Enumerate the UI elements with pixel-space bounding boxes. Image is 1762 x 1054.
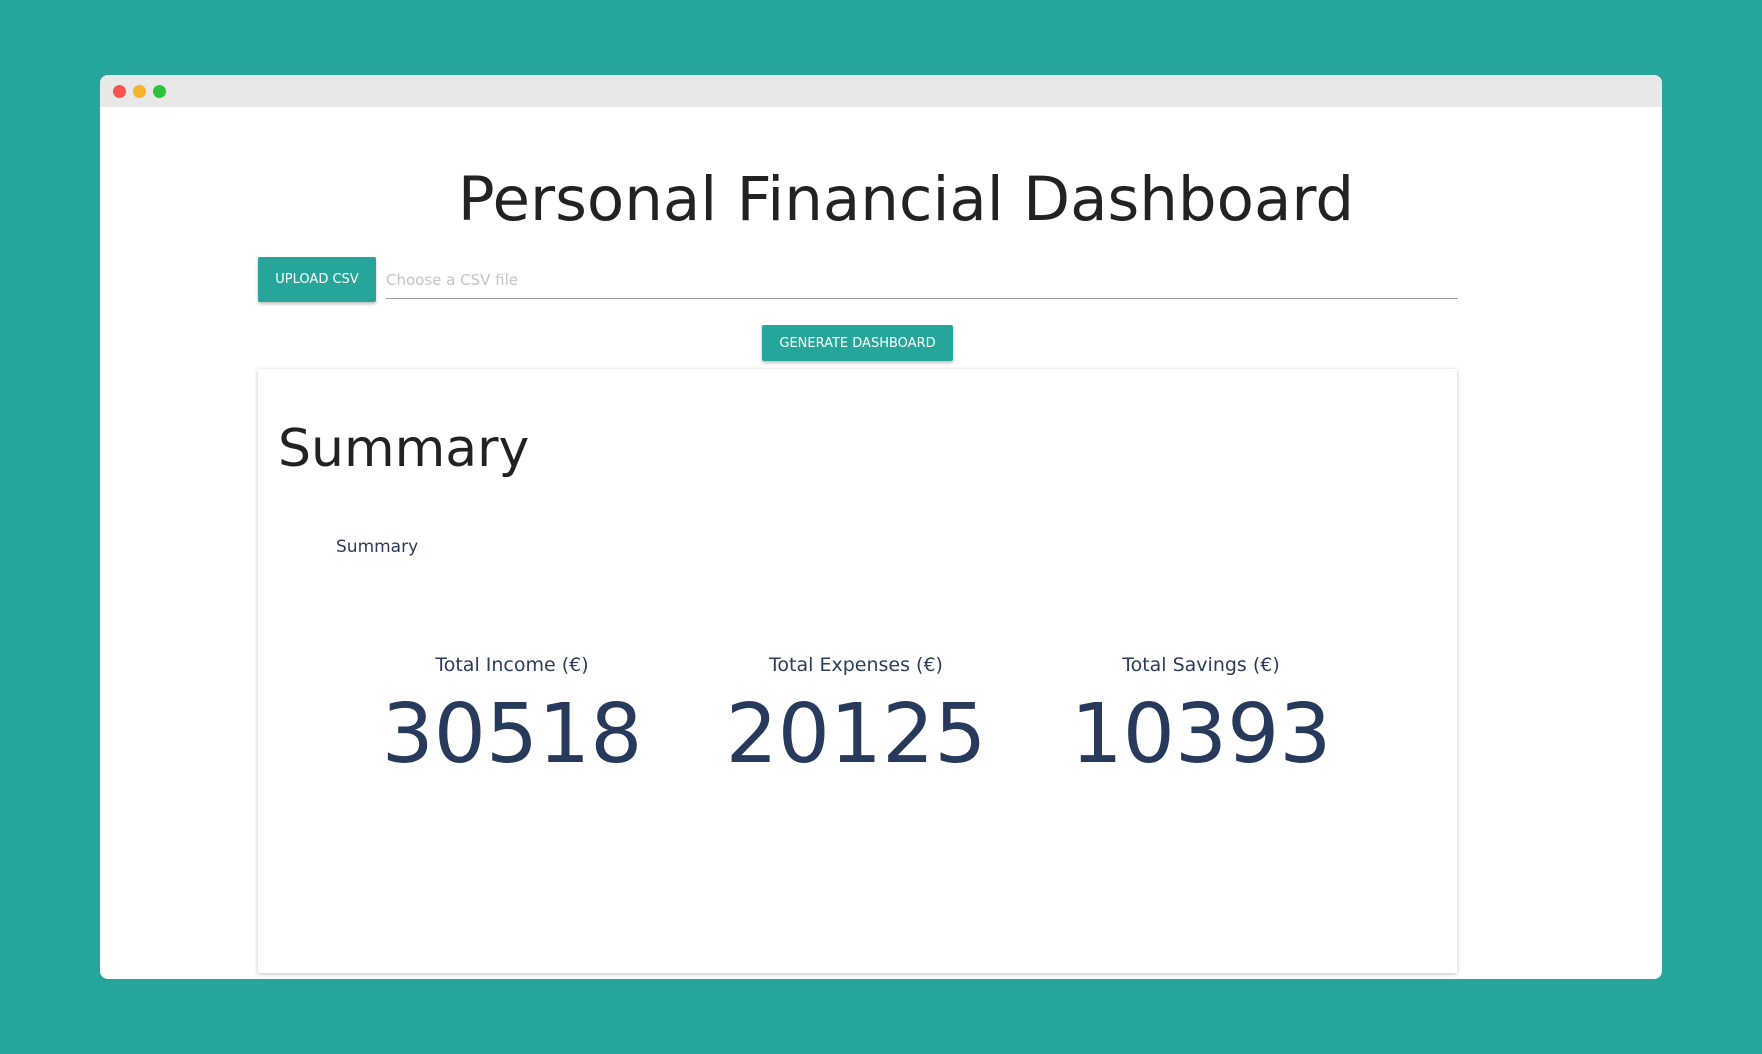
- total-income-value: 30518: [381, 687, 643, 782]
- total-savings-label: Total Savings (€): [1122, 654, 1280, 676]
- browser-window: Personal Financial Dashboard UPLOAD CSV …: [100, 75, 1662, 979]
- total-expenses-metric: Total Expenses (€) 20125: [696, 654, 1016, 776]
- generate-dashboard-button[interactable]: GENERATE DASHBOARD: [762, 325, 953, 361]
- upload-csv-button[interactable]: UPLOAD CSV: [258, 257, 376, 302]
- summary-card: Summary Summary Total Income (€) 30518 T…: [258, 369, 1457, 973]
- summary-title: Summary: [278, 419, 530, 479]
- csv-file-path-input[interactable]: [386, 262, 1458, 299]
- total-income-label: Total Income (€): [435, 654, 589, 676]
- window-titlebar: [100, 75, 1662, 107]
- close-window-icon[interactable]: [113, 85, 126, 98]
- summary-subtitle: Summary: [336, 537, 419, 557]
- minimize-window-icon[interactable]: [133, 85, 146, 98]
- total-savings-metric: Total Savings (€) 10393: [1041, 654, 1361, 776]
- page-title: Personal Financial Dashboard: [457, 164, 1355, 235]
- total-savings-value: 10393: [1070, 687, 1332, 782]
- maximize-window-icon[interactable]: [153, 85, 166, 98]
- total-income-metric: Total Income (€) 30518: [352, 654, 672, 776]
- total-expenses-value: 20125: [725, 687, 987, 782]
- total-expenses-label: Total Expenses (€): [769, 654, 943, 676]
